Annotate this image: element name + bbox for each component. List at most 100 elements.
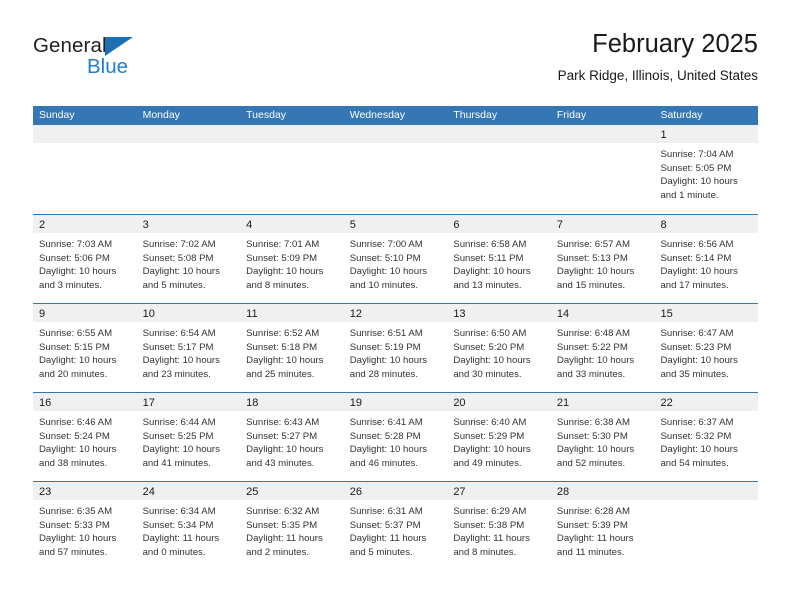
daylight-text: Daylight: 10 hours and 43 minutes. (246, 444, 324, 469)
sunset-text: Sunset: 5:17 PM (142, 341, 214, 353)
day-number-band: 22 (654, 393, 759, 411)
triangle-icon (105, 37, 133, 56)
day-details: Sunrise: 6:40 AM Sunset: 5:29 PM Daylight:… (447, 411, 551, 470)
calendar-day-cell[interactable]: 28 Sunrise: 6:28 AM Sunset: 5:39 PM Dayligh… (550, 482, 655, 570)
day-number-band: 24 (136, 482, 241, 500)
day-details: Sunrise: 6:35 AM Sunset: 5:33 PM Daylight:… (33, 500, 137, 559)
daylight-text: Daylight: 10 hours and 10 minutes. (349, 266, 428, 291)
sunrise-text: Sunrise: 6:58 AM (453, 239, 527, 250)
day-details: Sunrise: 7:01 AM Sunset: 5:09 PM Daylight:… (240, 233, 344, 292)
daylight-text: Daylight: 10 hours and 35 minutes. (660, 355, 738, 380)
day-number: 22 (660, 397, 673, 409)
weekday-header-tuesday: Tuesday (246, 109, 287, 121)
sunrise-text: Sunrise: 6:31 AM (349, 506, 423, 517)
sunrise-text: Sunrise: 6:55 AM (39, 328, 113, 339)
daylight-text: Daylight: 10 hours and 23 minutes. (142, 355, 220, 380)
daylight-text: Daylight: 10 hours and 25 minutes. (246, 355, 324, 380)
weekday-header-thursday: Thursday (453, 109, 498, 121)
day-details: Sunrise: 6:48 AM Sunset: 5:22 PM Daylight:… (551, 322, 655, 381)
calendar-day-cell-empty (654, 482, 759, 570)
day-number-band (240, 125, 344, 143)
calendar-day-cell[interactable]: 12 Sunrise: 6:51 AM Sunset: 5:19 PM Dayligh… (343, 304, 448, 392)
weekday-header-sunday: Sunday (39, 109, 75, 121)
calendar-day-cell[interactable]: 14 Sunrise: 6:48 AM Sunset: 5:22 PM Dayligh… (550, 304, 655, 392)
day-number-band: 27 (447, 482, 551, 500)
day-number-band (654, 482, 759, 500)
calendar-day-cell[interactable]: 1 Sunrise: 7:04 AM Sunset: 5:05 PM Daylight… (654, 125, 759, 214)
calendar-day-cell[interactable]: 18 Sunrise: 6:43 AM Sunset: 5:27 PM Dayligh… (240, 393, 344, 481)
day-number-band: 10 (136, 304, 241, 322)
calendar-day-cell[interactable]: 3 Sunrise: 7:02 AM Sunset: 5:08 PM Daylight… (136, 215, 241, 303)
calendar-day-cell[interactable]: 2 Sunrise: 7:03 AM Sunset: 5:06 PM Daylight… (33, 215, 137, 303)
day-details: Sunrise: 6:29 AM Sunset: 5:38 PM Daylight:… (447, 500, 551, 559)
sunrise-text: Sunrise: 7:04 AM (660, 149, 734, 160)
calendar-day-cell[interactable]: 26 Sunrise: 6:31 AM Sunset: 5:37 PM Dayligh… (343, 482, 448, 570)
sunrise-text: Sunrise: 6:46 AM (39, 417, 113, 428)
sunset-text: Sunset: 5:28 PM (349, 430, 421, 442)
calendar-day-cell-empty (550, 125, 655, 214)
daylight-text: Daylight: 10 hours and 17 minutes. (660, 266, 738, 291)
day-number: 28 (556, 486, 570, 498)
calendar-day-cell[interactable]: 9 Sunrise: 6:55 AM Sunset: 5:15 PM Daylight… (33, 304, 137, 392)
calendar-day-cell[interactable]: 17 Sunrise: 6:44 AM Sunset: 5:25 PM Dayligh… (136, 393, 241, 481)
generalblue-logo[interactable]: General Blue (33, 34, 213, 90)
sunset-text: Sunset: 5:39 PM (556, 519, 628, 531)
day-details: Sunrise: 6:50 AM Sunset: 5:20 PM Daylight:… (447, 322, 551, 381)
daylight-text: Daylight: 10 hours and 54 minutes. (660, 444, 738, 469)
weekday-header-row: Sunday Monday Tuesday Wednesday Thursday… (33, 106, 758, 125)
daylight-text: Daylight: 10 hours and 15 minutes. (556, 266, 635, 291)
daylight-text: Daylight: 10 hours and 13 minutes. (453, 266, 531, 291)
day-number: 9 (39, 308, 46, 320)
calendar-day-cell[interactable]: 16 Sunrise: 6:46 AM Sunset: 5:24 PM Dayligh… (33, 393, 137, 481)
daylight-text: Daylight: 10 hours and 38 minutes. (39, 444, 117, 469)
calendar-day-cell[interactable]: 7 Sunrise: 6:57 AM Sunset: 5:13 PM Daylight… (550, 215, 655, 303)
calendar-day-cell[interactable]: 15 Sunrise: 6:47 AM Sunset: 5:23 PM Dayligh… (654, 304, 759, 392)
calendar-day-cell[interactable]: 25 Sunrise: 6:32 AM Sunset: 5:35 PM Dayligh… (240, 482, 344, 570)
day-number-band: 7 (550, 215, 655, 233)
calendar-week-row: 2 Sunrise: 7:03 AM Sunset: 5:06 PM Daylight… (33, 214, 759, 303)
day-number-band: 5 (343, 215, 448, 233)
day-number-band (550, 125, 655, 143)
day-details: Sunrise: 6:32 AM Sunset: 5:35 PM Daylight:… (240, 500, 344, 559)
sunrise-text: Sunrise: 6:57 AM (556, 239, 630, 250)
day-number-band: 8 (654, 215, 759, 233)
day-number-band: 11 (240, 304, 344, 322)
sunset-text: Sunset: 5:20 PM (453, 341, 525, 353)
sunrise-text: Sunrise: 7:03 AM (39, 239, 113, 250)
day-details: Sunrise: 6:58 AM Sunset: 5:11 PM Daylight:… (447, 233, 551, 292)
sunrise-text: Sunrise: 6:56 AM (660, 239, 734, 250)
calendar-day-cell-empty (240, 125, 344, 214)
calendar-week-row: 9 Sunrise: 6:55 AM Sunset: 5:15 PM Daylight… (33, 303, 759, 392)
calendar-day-cell[interactable]: 10 Sunrise: 6:54 AM Sunset: 5:17 PM Dayligh… (136, 304, 241, 392)
sunset-text: Sunset: 5:09 PM (246, 252, 318, 264)
calendar-day-cell[interactable]: 19 Sunrise: 6:41 AM Sunset: 5:28 PM Dayligh… (343, 393, 448, 481)
calendar-day-cell[interactable]: 21 Sunrise: 6:38 AM Sunset: 5:30 PM Dayligh… (550, 393, 655, 481)
calendar-day-cell[interactable]: 8 Sunrise: 6:56 AM Sunset: 5:14 PM Daylight… (654, 215, 759, 303)
calendar-day-cell[interactable]: 22 Sunrise: 6:37 AM Sunset: 5:32 PM Dayligh… (654, 393, 759, 481)
day-number-band: 9 (33, 304, 137, 322)
calendar-week-row: 16 Sunrise: 6:46 AM Sunset: 5:24 PM Dayligh… (33, 392, 759, 481)
calendar-day-cell[interactable]: 24 Sunrise: 6:34 AM Sunset: 5:34 PM Dayligh… (136, 482, 241, 570)
day-number: 14 (556, 308, 570, 320)
sunrise-text: Sunrise: 6:40 AM (453, 417, 527, 428)
calendar-day-cell-empty (136, 125, 241, 214)
day-number-band: 12 (343, 304, 448, 322)
daylight-text: Daylight: 10 hours and 3 minutes. (39, 266, 117, 291)
calendar-day-cell[interactable]: 4 Sunrise: 7:01 AM Sunset: 5:09 PM Daylight… (240, 215, 344, 303)
calendar-day-cell[interactable]: 27 Sunrise: 6:29 AM Sunset: 5:38 PM Dayligh… (447, 482, 551, 570)
sunset-text: Sunset: 5:35 PM (246, 519, 318, 531)
calendar-day-cell[interactable]: 11 Sunrise: 6:52 AM Sunset: 5:18 PM Dayligh… (240, 304, 344, 392)
calendar-day-cell[interactable]: 13 Sunrise: 6:50 AM Sunset: 5:20 PM Dayligh… (447, 304, 551, 392)
day-number-band (447, 125, 551, 143)
sunrise-text: Sunrise: 6:35 AM (39, 506, 113, 517)
daylight-text: Daylight: 11 hours and 0 minutes. (142, 533, 220, 558)
day-details: Sunrise: 6:44 AM Sunset: 5:25 PM Daylight:… (137, 411, 241, 470)
calendar-day-cell[interactable]: 6 Sunrise: 6:58 AM Sunset: 5:11 PM Daylight… (447, 215, 551, 303)
sunset-text: Sunset: 5:29 PM (453, 430, 525, 442)
calendar-day-cell[interactable]: 20 Sunrise: 6:40 AM Sunset: 5:29 PM Dayligh… (447, 393, 551, 481)
calendar-day-cell[interactable]: 23 Sunrise: 6:35 AM Sunset: 5:33 PM Dayligh… (33, 482, 137, 570)
day-number-band: 15 (654, 304, 759, 322)
calendar-day-cell[interactable]: 5 Sunrise: 7:00 AM Sunset: 5:10 PM Daylight… (343, 215, 448, 303)
calendar-week-row: 1 Sunrise: 7:04 AM Sunset: 5:05 PM Daylight… (33, 125, 759, 214)
weekday-header-friday: Friday (556, 109, 587, 121)
